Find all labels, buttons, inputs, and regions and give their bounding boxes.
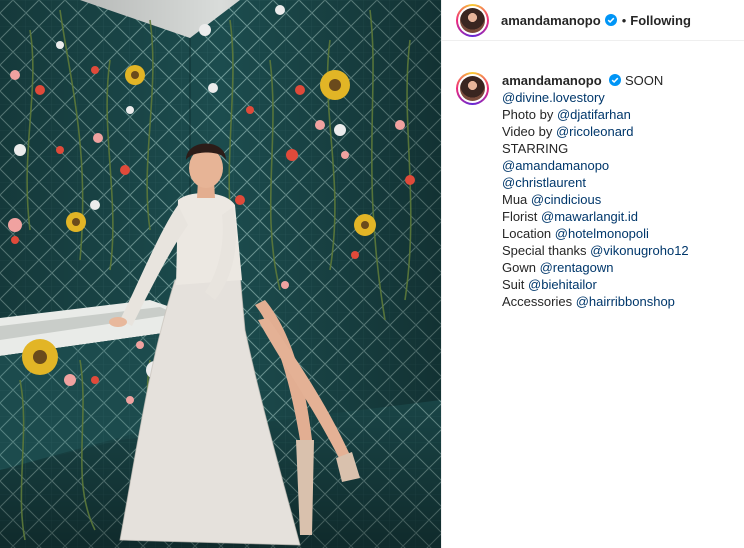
caption-line: STARRING: [502, 140, 689, 157]
caption-line: @christlaurent: [502, 174, 689, 191]
caption-prefix: Video by: [502, 124, 556, 139]
caption-line: Photo by @djatifarhan: [502, 106, 689, 123]
caption-line: Special thanks @vikonugroho12: [502, 242, 689, 259]
caption-prefix: Photo by: [502, 107, 557, 122]
caption-prefix: Location: [502, 226, 555, 241]
caption-link[interactable]: @mawarlangit.id: [541, 209, 638, 224]
caption-link[interactable]: @djatifarhan: [557, 107, 631, 122]
caption-first-line: amandamanopo SOON: [502, 72, 689, 89]
caption-avatar[interactable]: [456, 72, 489, 105]
following-button[interactable]: Following: [630, 13, 691, 28]
caption-text: SOON: [624, 73, 664, 88]
caption-prefix: Accessories: [502, 294, 576, 309]
post-header: amandamanopo • Following: [442, 0, 744, 41]
caption-prefix: Gown: [502, 260, 540, 275]
caption-line: Location @hotelmonopoli: [502, 225, 689, 242]
caption-line: @amandamanopo: [502, 157, 689, 174]
caption-link[interactable]: @biehitailor: [528, 277, 597, 292]
caption-line: @divine.lovestory: [502, 89, 689, 106]
caption-line: Florist @mawarlangit.id: [502, 208, 689, 225]
post-side-panel: amandamanopo • Following amandamanopo SO…: [441, 0, 744, 548]
caption-link[interactable]: @amandamanopo: [502, 158, 609, 173]
caption: amandamanopo SOON @divine.lovestory Phot…: [442, 41, 744, 310]
caption-line: Video by @ricoleonard: [502, 123, 689, 140]
caption-prefix: Florist: [502, 209, 541, 224]
caption-prefix: Special thanks: [502, 243, 591, 258]
caption-username[interactable]: amandamanopo: [502, 73, 602, 88]
caption-link[interactable]: @rentagown: [540, 260, 614, 275]
header-username[interactable]: amandamanopo: [501, 13, 601, 28]
caption-link[interactable]: @hairribbonshop: [576, 294, 675, 309]
caption-line: Accessories @hairribbonshop: [502, 293, 689, 310]
caption-link[interactable]: @cindicious: [531, 192, 601, 207]
caption-prefix: Mua: [502, 192, 531, 207]
caption-prefix: STARRING: [502, 141, 569, 156]
caption-link[interactable]: @vikonugroho12: [590, 243, 688, 258]
post-photo[interactable]: [0, 0, 441, 548]
caption-link[interactable]: @divine.lovestory: [502, 90, 605, 105]
verified-badge-icon: [609, 74, 622, 86]
separator-dot: •: [621, 12, 627, 28]
caption-prefix: Suit: [502, 277, 529, 292]
caption-line: Gown @rentagown: [502, 259, 689, 276]
caption-link[interactable]: @ricoleonard: [556, 124, 634, 139]
avatar[interactable]: [456, 3, 489, 37]
caption-body: amandamanopo SOON @divine.lovestory Phot…: [502, 72, 689, 310]
verified-badge-icon: [604, 14, 617, 26]
caption-line: Suit @biehitailor: [502, 276, 689, 293]
caption-link[interactable]: @christlaurent: [502, 175, 586, 190]
caption-line: Mua @cindicious: [502, 191, 689, 208]
caption-link[interactable]: @hotelmonopoli: [555, 226, 649, 241]
photo-illustration: [0, 0, 441, 548]
